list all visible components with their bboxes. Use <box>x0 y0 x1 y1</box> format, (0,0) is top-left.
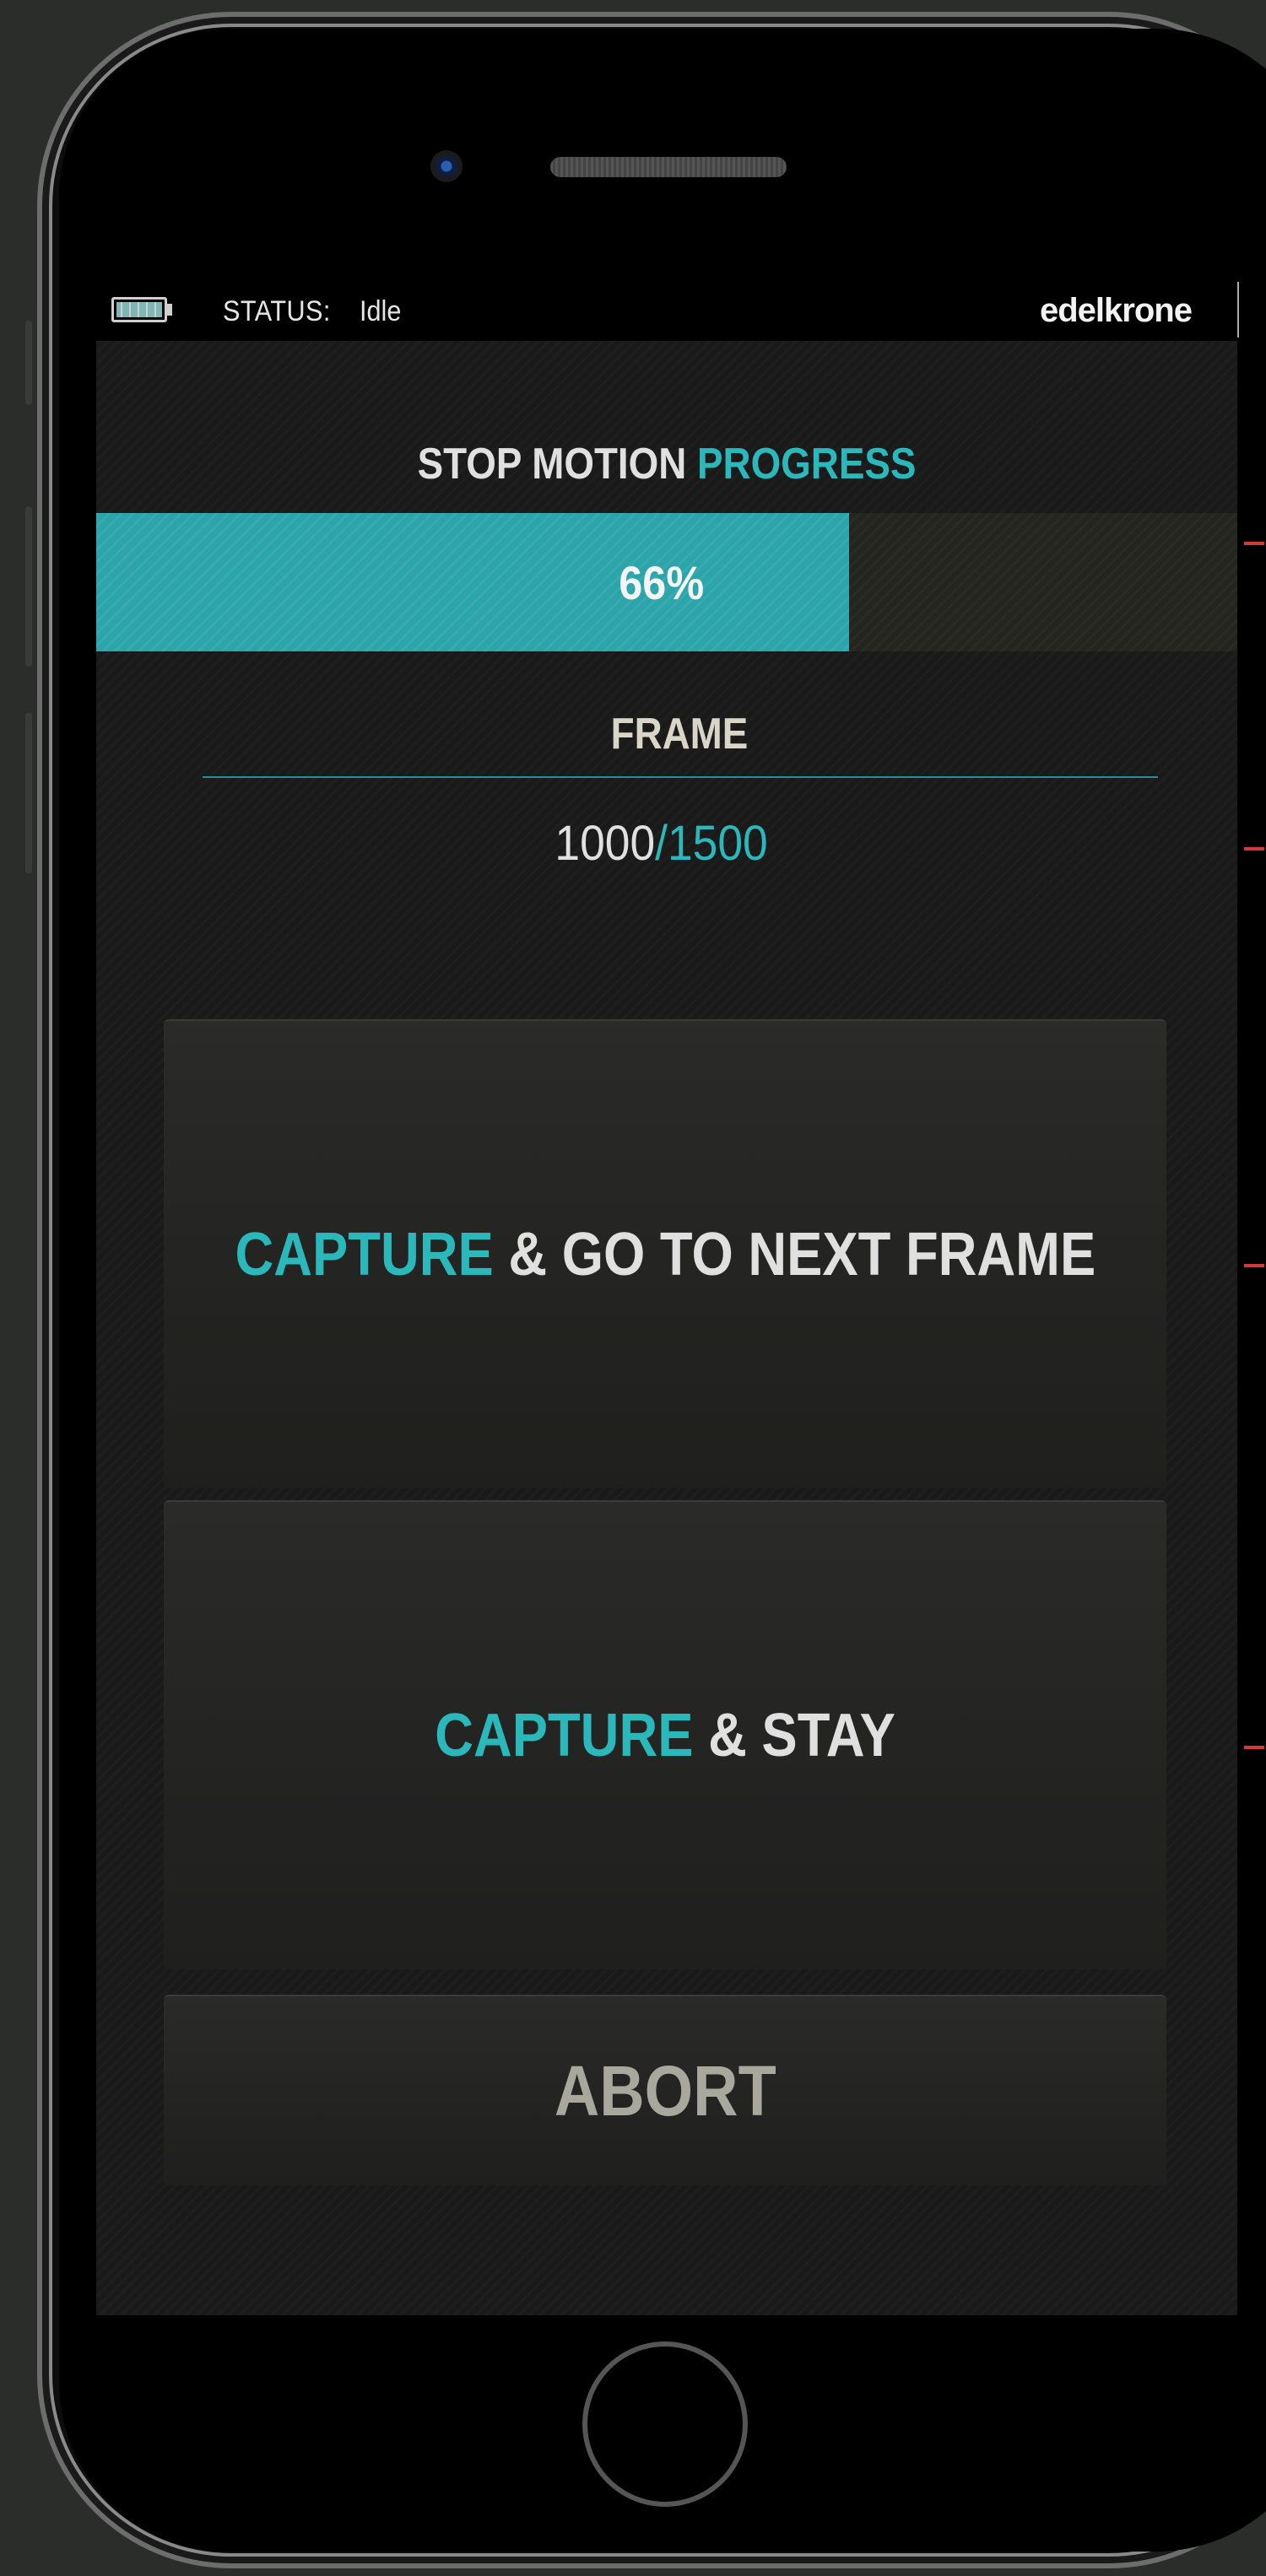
progress-bar: 66% <box>96 513 1237 651</box>
abort-label: ABORT <box>554 2050 776 2130</box>
edge-marker <box>1244 542 1264 545</box>
earpiece-speaker <box>550 157 787 177</box>
frame-label: FRAME <box>610 710 749 759</box>
battery-icon <box>111 297 167 322</box>
status-label: STATUS: <box>223 295 331 327</box>
frame-total: 1500 <box>667 816 768 871</box>
capture-stay-label: & STAY <box>708 1702 895 1769</box>
edge-marker <box>1244 1264 1264 1267</box>
status-value: Idle <box>360 295 402 327</box>
home-button[interactable] <box>582 2341 748 2507</box>
capture-next-accent: CAPTURE <box>235 1221 494 1288</box>
capture-next-label: & GO TO NEXT FRAME <box>508 1221 1096 1288</box>
volume-down-button <box>25 713 32 873</box>
front-camera-icon <box>430 150 463 182</box>
progress-percent: 66% <box>619 556 705 609</box>
frame-separator: / <box>655 816 668 871</box>
capture-next-frame-button[interactable]: CAPTURE & GO TO NEXT FRAME <box>164 1019 1166 1488</box>
status-divider <box>1237 282 1239 338</box>
capture-stay-button[interactable]: CAPTURE & STAY <box>164 1500 1166 1969</box>
frame-counter: 1000/1500 <box>142 815 1192 872</box>
frame-divider <box>203 776 1158 778</box>
edge-marker <box>1244 1746 1264 1749</box>
edge-marker <box>1244 847 1264 851</box>
mute-switch <box>25 321 32 405</box>
app-screen: STOP MOTION PROGRESS 66% FRAME 1000/1500… <box>96 341 1237 2315</box>
progress-title: STOP MOTION PROGRESS <box>165 439 1169 489</box>
progress-title-accent: PROGRESS <box>697 440 917 489</box>
battery-tip <box>167 304 172 316</box>
progress-title-prefix: STOP MOTION <box>417 440 687 489</box>
brand-logo: edelkrone <box>1040 292 1193 329</box>
capture-stay-accent: CAPTURE <box>435 1702 694 1769</box>
frame-current: 1000 <box>555 816 656 871</box>
abort-button[interactable]: ABORT <box>164 1995 1166 2185</box>
volume-up-button <box>25 506 32 667</box>
